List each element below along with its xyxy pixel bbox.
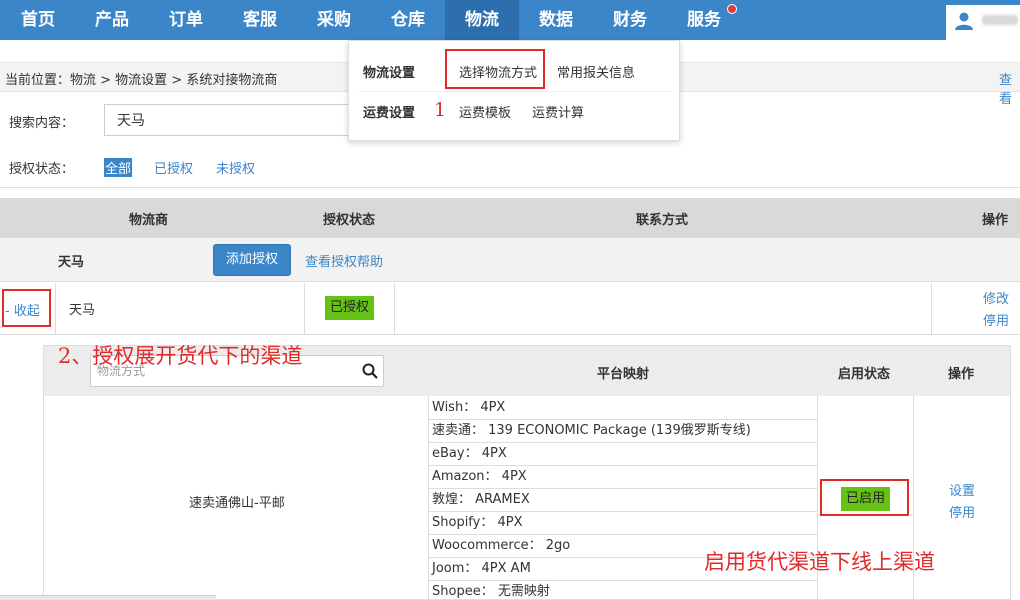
user-name-blurred <box>982 15 1018 25</box>
th-enable-status: 启用状态 <box>838 367 891 382</box>
nav-item-purchasing[interactable]: 采购 <box>297 0 371 40</box>
table-header: 物流商 授权状态 联系方式 操作 <box>0 198 1020 238</box>
annotation-step-1: 1 <box>434 99 447 121</box>
settings-link[interactable]: 设置 <box>949 480 975 499</box>
channel-name: 速卖通佛山-平邮 <box>189 496 285 511</box>
edit-link[interactable]: 修改 <box>983 288 1009 307</box>
dropdown-group-logistics-settings: 物流设置 <box>363 66 416 81</box>
search-input[interactable] <box>104 104 364 136</box>
highlight-collapse <box>2 289 51 327</box>
th-contact: 联系方式 <box>636 213 689 228</box>
menu-item-freight-calc[interactable]: 运费计算 <box>532 102 584 121</box>
mapping-row: eBay： 4PX <box>429 443 817 466</box>
th-channel-actions: 操作 <box>948 367 975 382</box>
channel-disable-link[interactable]: 停用 <box>949 502 975 521</box>
col-divider <box>304 283 305 335</box>
filter-authorized[interactable]: 已授权 <box>154 158 193 177</box>
app-root: 首页 产品 订单 客服 采购 仓库 物流 数据 财务 服务 当前位置：物流 > … <box>0 0 1020 600</box>
user-menu[interactable] <box>946 5 1020 40</box>
carrier-detail-row: - 收起 天马 已授权 修改 停用 <box>0 283 1020 335</box>
menu-item-customs-info[interactable]: 常用报关信息 <box>557 62 635 81</box>
filter-unauthorized[interactable]: 未授权 <box>216 158 255 177</box>
dropdown-group-freight-settings: 运费设置 <box>363 106 416 121</box>
search-icon[interactable] <box>362 363 378 379</box>
nav-item-orders[interactable]: 订单 <box>149 0 223 40</box>
view-link[interactable]: 查看 <box>999 69 1020 107</box>
dropdown-divider <box>359 91 671 92</box>
th-platform-mapping: 平台映射 <box>597 367 650 382</box>
nav-item-data[interactable]: 数据 <box>519 0 593 40</box>
logistics-dropdown: 物流设置 选择物流方式 常用报关信息 运费设置 1 运费模板 运费计算 <box>348 40 680 141</box>
nav-item-logistics[interactable]: 物流 <box>445 0 519 40</box>
top-nav: 首页 产品 订单 客服 采购 仓库 物流 数据 财务 服务 <box>0 0 1020 40</box>
mapping-row: Shopify： 4PX <box>429 512 817 535</box>
nav-item-finance[interactable]: 财务 <box>593 0 667 40</box>
nav-item-home[interactable]: 首页 <box>1 0 75 40</box>
col-divider <box>55 283 56 335</box>
th-actions: 操作 <box>982 213 1009 228</box>
mapping-row: Wish： 4PX <box>429 397 817 420</box>
annotation-step-3: 启用货代渠道下线上渠道 <box>704 550 935 574</box>
carrier-name: 天马 <box>69 303 96 318</box>
col-divider <box>931 283 932 335</box>
th-auth-status: 授权状态 <box>323 213 376 228</box>
nav-item-products[interactable]: 产品 <box>75 0 149 40</box>
mapping-row: Amazon： 4PX <box>429 466 817 489</box>
auth-status-label: 授权状态： <box>9 162 75 177</box>
authorization-help-link[interactable]: 查看授权帮助 <box>305 251 383 270</box>
breadcrumb: 当前位置：物流 > 物流设置 > 系统对接物流商 <box>5 73 278 88</box>
highlight-select-logistics <box>445 49 545 89</box>
filter-all[interactable]: 全部 <box>104 158 133 177</box>
nav-item-customer-service[interactable]: 客服 <box>223 0 297 40</box>
mapping-row: Shopee： 无需映射 <box>432 584 550 599</box>
annotation-step-2: 2、授权展开货代下的渠道 <box>58 344 303 368</box>
horizontal-scrollbar[interactable] <box>0 595 216 600</box>
mapping-row: 速卖通： 139 ECONOMIC Package (139俄罗斯专线) <box>429 420 817 443</box>
col-divider <box>394 283 395 335</box>
highlight-status <box>820 479 909 516</box>
search-label: 搜索内容： <box>9 116 75 131</box>
auth-status-badge: 已授权 <box>325 296 374 320</box>
carrier-group-name: 天马 <box>58 255 85 270</box>
user-icon <box>955 12 973 30</box>
carrier-group-row: 天马 添加授权 查看授权帮助 <box>0 238 1020 282</box>
menu-item-freight-template[interactable]: 运费模板 <box>459 102 511 121</box>
mapping-row: 敦煌： ARAMEX <box>429 489 817 512</box>
disable-link[interactable]: 停用 <box>983 310 1009 329</box>
nav-item-warehouse[interactable]: 仓库 <box>371 0 445 40</box>
notification-dot <box>727 4 737 14</box>
th-carrier: 物流商 <box>129 213 169 228</box>
divider <box>0 187 1020 188</box>
add-authorization-button[interactable]: 添加授权 <box>213 244 291 276</box>
